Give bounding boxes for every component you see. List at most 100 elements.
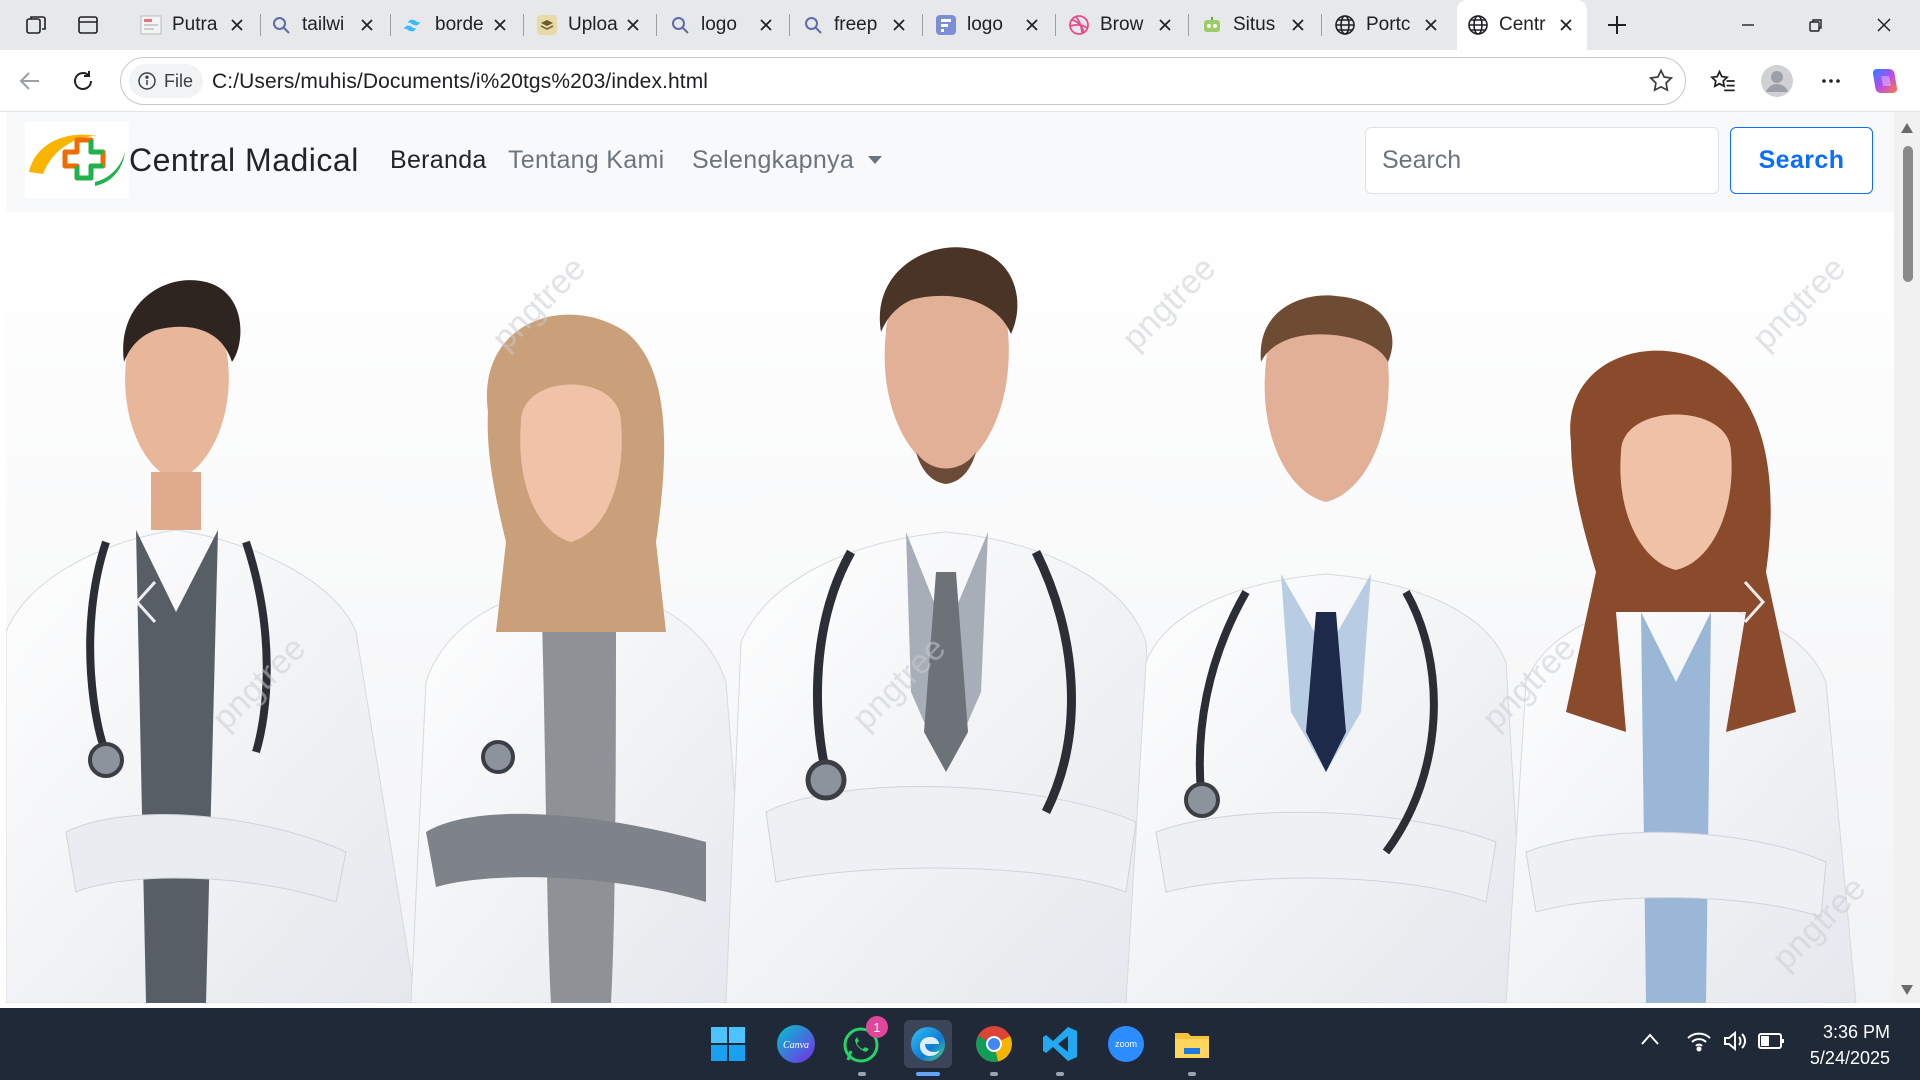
tab-separator	[1321, 14, 1322, 36]
show-hidden-icons-icon[interactable]	[1640, 1032, 1660, 1051]
search-input[interactable]	[1365, 127, 1719, 194]
browser-tab[interactable]: tailwi	[260, 0, 388, 50]
tab-label: logo	[701, 14, 737, 35]
carousel-prev-button[interactable]	[116, 542, 176, 662]
tab-actions-icon[interactable]	[68, 6, 108, 44]
site-logo[interactable]	[25, 122, 129, 198]
upload-stack-icon	[536, 14, 558, 36]
running-indicator	[1056, 1072, 1064, 1076]
search-button[interactable]: Search	[1730, 127, 1873, 194]
browser-tab[interactable]: borde	[393, 0, 521, 50]
globe-icon	[1467, 14, 1489, 36]
page-scrollbar[interactable]	[1894, 112, 1920, 1003]
chrome-icon[interactable]	[970, 1020, 1018, 1076]
clock-time[interactable]: 3:36 PM	[1823, 1022, 1890, 1043]
browser-tab[interactable]: logo	[659, 0, 787, 50]
back-button[interactable]	[9, 60, 51, 102]
file-explorer-icon[interactable]	[1168, 1020, 1216, 1076]
page-viewport: Central Madical Beranda Tentang Kami Sel…	[6, 112, 1894, 1003]
search-icon	[669, 14, 691, 36]
tab-separator	[656, 14, 657, 36]
browser-tab[interactable]: logo	[925, 0, 1053, 50]
browser-tab[interactable]: Portc	[1324, 0, 1452, 50]
tab-separator	[789, 14, 790, 36]
close-tab-icon[interactable]	[1418, 12, 1444, 38]
whatsapp-icon[interactable]: 1	[838, 1016, 888, 1076]
battery-icon[interactable]	[1758, 1032, 1786, 1055]
favorite-star-icon[interactable]	[1647, 67, 1675, 100]
site-info-chip[interactable]: File	[129, 64, 204, 98]
vscode-icon[interactable]	[1036, 1020, 1084, 1076]
copilot-icon[interactable]	[1864, 60, 1906, 102]
scroll-up-icon[interactable]	[1901, 120, 1913, 138]
reload-button[interactable]	[62, 60, 104, 102]
url-text[interactable]: C:/Users/muhis/Documents/i%20tgs%203/ind…	[212, 70, 708, 94]
dribbble-icon	[1068, 14, 1090, 36]
scrollbar-thumb[interactable]	[1903, 146, 1913, 282]
tab-label: Portc	[1366, 14, 1411, 35]
tab-label: Uploa	[568, 14, 618, 35]
logo-cross-orange	[62, 137, 106, 181]
wifi-icon[interactable]	[1686, 1030, 1712, 1057]
robot-icon	[1201, 14, 1223, 36]
carousel-next-button[interactable]	[1724, 542, 1784, 662]
tab-label: freep	[834, 14, 878, 35]
logo-cross-green	[74, 140, 103, 181]
tab-separator	[1188, 14, 1189, 36]
more-menu-icon[interactable]	[1810, 60, 1852, 102]
workspaces-icon[interactable]	[16, 6, 56, 44]
nav-link-beranda[interactable]: Beranda	[390, 146, 487, 175]
zoom-icon[interactable]: zoom	[1102, 1020, 1150, 1068]
browser-tab[interactable]: Uploa	[526, 0, 654, 50]
clock-date[interactable]: 5/24/2025	[1810, 1048, 1890, 1069]
edge-icon[interactable]	[904, 1020, 952, 1076]
zoom-wordmark: zoom	[1115, 1039, 1137, 1049]
browser-tab[interactable]: Situs	[1191, 0, 1319, 50]
close-tab-icon[interactable]	[1019, 12, 1045, 38]
nav-dropdown-selengkapnya[interactable]: Selengkapnya	[692, 146, 883, 175]
address-bar[interactable]: File C:/Users/muhis/Documents/i%20tgs%20…	[120, 57, 1686, 105]
running-indicator	[1188, 1072, 1196, 1076]
favorites-icon[interactable]	[1702, 60, 1744, 102]
forms-icon	[935, 14, 957, 36]
tab-separator	[1055, 14, 1056, 36]
running-indicator	[990, 1072, 998, 1076]
brand-name[interactable]: Central Madical	[129, 142, 359, 179]
close-tab-icon[interactable]	[620, 12, 646, 38]
browser-toolbar: File C:/Users/muhis/Documents/i%20tgs%20…	[0, 50, 1920, 112]
tab-label: Brow	[1100, 14, 1144, 35]
browser-tab[interactable]: freep	[792, 0, 920, 50]
minimize-button[interactable]	[1714, 0, 1782, 50]
nav-link-tentang-kami[interactable]: Tentang Kami	[508, 146, 664, 175]
close-window-button[interactable]	[1850, 0, 1918, 50]
close-tab-icon[interactable]	[354, 12, 380, 38]
tab-label: tailwi	[302, 14, 345, 35]
new-tab-button[interactable]	[1597, 6, 1637, 44]
tailwind-icon	[403, 14, 425, 36]
scroll-down-icon[interactable]	[1901, 982, 1913, 1000]
browser-tab-strip: Putra tailwi borde Uploa logo freep logo Brow Si…	[0, 0, 1920, 50]
scheme-label: File	[164, 70, 194, 91]
volume-icon[interactable]	[1722, 1030, 1748, 1057]
close-tab-icon[interactable]	[1285, 12, 1311, 38]
close-tab-icon[interactable]	[487, 12, 513, 38]
canva-icon[interactable]: Canva	[772, 1020, 820, 1068]
close-tab-icon[interactable]	[753, 12, 779, 38]
close-tab-icon[interactable]	[886, 12, 912, 38]
browser-tab[interactable]: Centr	[1457, 0, 1587, 50]
browser-tab[interactable]: Putra	[130, 0, 258, 50]
restore-button[interactable]	[1782, 0, 1850, 50]
close-tab-icon[interactable]	[1553, 12, 1579, 38]
caret-down-icon	[868, 156, 883, 165]
search-icon	[802, 14, 824, 36]
tab-label: Centr	[1499, 14, 1546, 35]
canva-wordmark: Canva	[783, 1040, 809, 1051]
windows-start-icon[interactable]	[704, 1020, 752, 1068]
close-tab-icon[interactable]	[224, 12, 250, 38]
hero-carousel: pngtree pngtree pngtree pngtree pngtree …	[6, 212, 1894, 1003]
tab-label: borde	[435, 14, 484, 35]
browser-tab[interactable]: Brow	[1058, 0, 1186, 50]
profile-avatar[interactable]	[1756, 60, 1798, 102]
close-tab-icon[interactable]	[1152, 12, 1178, 38]
nav-dropdown-label: Selengkapnya	[692, 146, 855, 174]
